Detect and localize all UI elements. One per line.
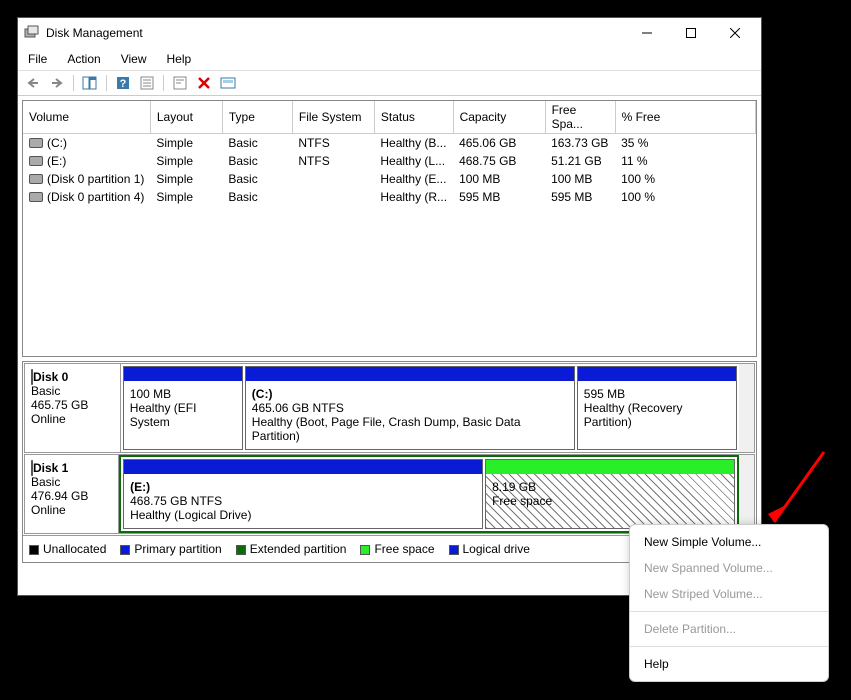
- legend-extended: Extended partition: [236, 542, 347, 556]
- col-free[interactable]: Free Spa...: [545, 101, 615, 134]
- legend-unallocated: Unallocated: [29, 542, 106, 556]
- disk-info[interactable]: Disk 1Basic476.94 GBOnline: [25, 455, 119, 533]
- toolbar-separator: [163, 75, 164, 91]
- maximize-button[interactable]: [669, 19, 713, 47]
- refresh-button[interactable]: [169, 73, 191, 93]
- menu-view[interactable]: View: [117, 50, 151, 68]
- app-icon: [24, 25, 40, 41]
- toolbar: ?: [18, 70, 761, 96]
- close-button[interactable]: [713, 19, 757, 47]
- menu-file[interactable]: File: [24, 50, 51, 68]
- partition[interactable]: 595 MBHealthy (Recovery Partition): [577, 366, 737, 450]
- scrollbar-gutter: [739, 455, 754, 533]
- partition[interactable]: 100 MBHealthy (EFI System: [123, 366, 243, 450]
- properties-button[interactable]: [136, 73, 158, 93]
- svg-text:?: ?: [120, 78, 127, 90]
- scrollbar-gutter: [739, 364, 754, 452]
- menu-delete-partition: Delete Partition...: [630, 616, 828, 642]
- menu-new-striped-volume: New Striped Volume...: [630, 581, 828, 607]
- disk-icon: [29, 138, 43, 148]
- col-capacity[interactable]: Capacity: [453, 101, 545, 134]
- disk-row: Disk 0Basic465.75 GBOnline100 MBHealthy …: [24, 363, 755, 453]
- back-button[interactable]: [22, 73, 44, 93]
- menu-action[interactable]: Action: [63, 50, 104, 68]
- table-row[interactable]: (Disk 0 partition 1)SimpleBasicHealthy (…: [23, 170, 756, 188]
- table-row[interactable]: (Disk 0 partition 4)SimpleBasicHealthy (…: [23, 188, 756, 206]
- rescan-button[interactable]: [217, 73, 239, 93]
- window-title: Disk Management: [46, 26, 625, 40]
- disk-icon: [29, 192, 43, 202]
- menu-help[interactable]: Help: [163, 50, 196, 68]
- partitions-container: (E:)468.75 GB NTFSHealthy (Logical Drive…: [119, 455, 739, 533]
- forward-button[interactable]: [46, 73, 68, 93]
- column-headers: Volume Layout Type File System Status Ca…: [23, 101, 756, 134]
- partition[interactable]: (E:)468.75 GB NTFSHealthy (Logical Drive…: [123, 459, 483, 529]
- menubar: File Action View Help: [18, 48, 761, 70]
- col-volume[interactable]: Volume: [23, 101, 150, 134]
- view-toggle-button[interactable]: [79, 73, 101, 93]
- col-status[interactable]: Status: [374, 101, 453, 134]
- context-menu: New Simple Volume... New Spanned Volume.…: [629, 524, 829, 682]
- table-row[interactable]: (E:)SimpleBasicNTFSHealthy (L...468.75 G…: [23, 152, 756, 170]
- col-layout[interactable]: Layout: [150, 101, 222, 134]
- disk-icon: [29, 156, 43, 166]
- titlebar: Disk Management: [18, 18, 761, 48]
- table-row[interactable]: (C:)SimpleBasicNTFSHealthy (B...465.06 G…: [23, 134, 756, 153]
- minimize-button[interactable]: [625, 19, 669, 47]
- menu-separator: [630, 646, 828, 647]
- annotation-arrow: [762, 444, 832, 534]
- col-type[interactable]: Type: [222, 101, 292, 134]
- delete-button[interactable]: [193, 73, 215, 93]
- menu-separator: [630, 611, 828, 612]
- toolbar-separator: [106, 75, 107, 91]
- disk-management-window: Disk Management File Action View Help ? …: [17, 17, 762, 596]
- menu-help[interactable]: Help: [630, 651, 828, 677]
- menu-new-spanned-volume: New Spanned Volume...: [630, 555, 828, 581]
- partition[interactable]: (C:)465.06 GB NTFSHealthy (Boot, Page Fi…: [245, 366, 575, 450]
- volume-list-pane: Volume Layout Type File System Status Ca…: [22, 100, 757, 357]
- col-fs[interactable]: File System: [292, 101, 374, 134]
- legend-primary: Primary partition: [120, 542, 221, 556]
- disk-info[interactable]: Disk 0Basic465.75 GBOnline: [25, 364, 121, 452]
- partition[interactable]: 8.19 GBFree space: [485, 459, 735, 529]
- disk-icon: [29, 174, 43, 184]
- disk-row: Disk 1Basic476.94 GBOnline(E:)468.75 GB …: [24, 454, 755, 534]
- legend-logical: Logical drive: [449, 542, 530, 556]
- col-pct[interactable]: % Free: [615, 101, 755, 134]
- legend-free: Free space: [360, 542, 434, 556]
- help-button[interactable]: ?: [112, 73, 134, 93]
- partitions-container: 100 MBHealthy (EFI System(C:)465.06 GB N…: [121, 364, 739, 452]
- toolbar-separator: [73, 75, 74, 91]
